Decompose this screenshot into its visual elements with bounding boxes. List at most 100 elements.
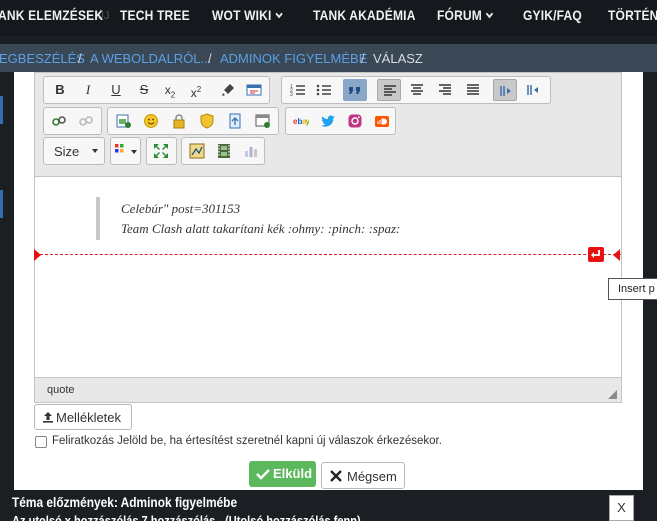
subscribe-label: Feliratkozás Jelöld be, ha értesítést sz…: [52, 435, 442, 447]
quote-border: [96, 197, 100, 240]
subscript-button[interactable]: x2: [158, 79, 182, 101]
font-size-label: Size: [54, 144, 80, 159]
insert-media-button[interactable]: [251, 110, 275, 132]
link-group: [43, 107, 102, 135]
film-icon: [218, 144, 230, 158]
breadcrumb-separator: /: [208, 51, 212, 66]
text-direction-ltr-icon: [500, 86, 511, 96]
insert-ebay-button[interactable]: ebay: [289, 110, 313, 132]
rich-text-editor: B I U S x2 x2 123 e b a y Size Celebúr" …: [34, 72, 622, 403]
enter-arrow-icon: [591, 250, 600, 258]
insert-spoiler-button[interactable]: [167, 110, 191, 132]
superscript-mark: 2: [196, 85, 202, 94]
upload-icon: [43, 412, 53, 423]
unlink-button[interactable]: [74, 110, 98, 132]
insert-chart-button[interactable]: [239, 140, 263, 162]
remove-format-button[interactable]: [216, 79, 240, 101]
align-left-icon: [384, 85, 396, 96]
superscript-button[interactable]: x2: [184, 79, 208, 101]
nav-item-tortenet[interactable]: TÖRTÉNE: [608, 7, 657, 23]
fullscreen-group: [146, 137, 177, 165]
nav-item-tank-akademia[interactable]: TANK AKADÉMIA: [313, 7, 416, 23]
font-size-select[interactable]: Size: [43, 137, 105, 165]
bold-button[interactable]: B: [48, 79, 72, 101]
nav-item-wot-wiki[interactable]: WOT WIKI: [212, 7, 283, 23]
insert-instagram-button[interactable]: [343, 110, 367, 132]
strikethrough-button[interactable]: S: [132, 79, 156, 101]
insert-video-button[interactable]: [212, 140, 236, 162]
close-history-button[interactable]: X: [609, 495, 634, 521]
code-image-icon: [189, 143, 205, 159]
nav-item-gyik-faq[interactable]: GYIK/FAQ: [523, 7, 582, 23]
breadcrumb-link[interactable]: A WEBOLDALRÓL...: [90, 51, 211, 66]
insert-emoticon-button[interactable]: [139, 110, 163, 132]
maximize-button[interactable]: [149, 140, 173, 162]
align-left-button[interactable]: [377, 79, 401, 101]
side-accent: [0, 96, 3, 124]
insert-twitter-button[interactable]: [316, 110, 340, 132]
align-justify-button[interactable]: [461, 79, 485, 101]
italic-button[interactable]: I: [76, 79, 100, 101]
tooltip: Insert p: [608, 278, 657, 300]
brush-icon: [222, 84, 234, 96]
subscribe-checkbox[interactable]: [35, 436, 47, 448]
send-label: Elküld: [273, 466, 313, 481]
nav-item-forum[interactable]: FÓRUM: [437, 7, 494, 23]
unordered-list-button[interactable]: [312, 79, 336, 101]
cancel-button[interactable]: Mégsem: [321, 462, 405, 489]
cancel-label: Mégsem: [347, 469, 397, 484]
source-code-icon: [246, 84, 262, 96]
editor-content[interactable]: Celebúr" post=301153 Team Clash alatt ta…: [34, 177, 621, 377]
insert-soundcloud-button[interactable]: [370, 110, 394, 132]
shield-icon: [200, 113, 214, 129]
source-button[interactable]: [242, 79, 266, 101]
nav-item-tank-elemzesek[interactable]: ANK ELEMZÉSEK: [0, 7, 103, 23]
insert-group: [107, 107, 279, 135]
insert-marker-right: [613, 249, 620, 261]
file-icon: [229, 113, 241, 129]
nav-item-tech-tree[interactable]: TECH TREE: [120, 7, 190, 23]
insert-image-button[interactable]: [111, 110, 135, 132]
quote-line: Team Clash alatt takarítani kék :ohmy: :…: [121, 221, 401, 236]
underline-button[interactable]: U: [104, 79, 128, 101]
soundcloud-icon: [375, 116, 389, 127]
nav-item-label: WOT WIKI: [212, 7, 272, 23]
insert-code-button[interactable]: [185, 140, 209, 162]
ordered-list-button[interactable]: 123: [286, 79, 310, 101]
topic-history-title: Téma előzmények: Adminok figyelmébe: [12, 494, 238, 510]
smiley-icon: [144, 114, 158, 128]
breadcrumb-separator: /: [361, 51, 365, 66]
unordered-list-icon: [316, 84, 331, 96]
breadcrumb-separator: /: [78, 51, 82, 66]
insert-file-button[interactable]: [223, 110, 247, 132]
insert-link-button[interactable]: [47, 110, 71, 132]
send-button[interactable]: Elküld: [249, 461, 316, 487]
insert-paragraph-line: [35, 254, 621, 255]
ltr-button[interactable]: [493, 79, 517, 101]
text-direction-rtl-icon: [527, 85, 538, 95]
check-icon: [256, 469, 270, 480]
insert-paragraph-button[interactable]: [588, 247, 604, 262]
breadcrumb-link[interactable]: ADMINOK FIGYELMÉBE: [220, 51, 367, 66]
resize-handle[interactable]: [608, 390, 617, 399]
blockquote-button[interactable]: [343, 79, 367, 101]
insert-shield-button[interactable]: [195, 110, 219, 132]
align-right-icon: [439, 84, 451, 95]
ordered-list-icon: 123: [290, 84, 305, 98]
color-group: [110, 137, 141, 165]
text-color-button[interactable]: [112, 140, 139, 162]
unlink-icon: [79, 116, 93, 126]
ebay-icon: ebay: [293, 117, 309, 126]
insert-marker-left: [34, 249, 41, 261]
align-right-button[interactable]: [433, 79, 457, 101]
element-path[interactable]: quote: [47, 384, 75, 396]
attachments-label: Mellékletek: [56, 410, 122, 425]
social-group: ebay: [285, 107, 396, 135]
align-center-button[interactable]: [405, 79, 429, 101]
attachments-button[interactable]: Mellékletek: [34, 404, 132, 430]
breadcrumb-link[interactable]: EGBESZÉLÉS: [0, 51, 85, 66]
quote-icon: [349, 87, 360, 94]
paragraph-group: 123: [281, 76, 551, 104]
side-accent: [0, 190, 3, 218]
rtl-button[interactable]: [521, 79, 545, 101]
